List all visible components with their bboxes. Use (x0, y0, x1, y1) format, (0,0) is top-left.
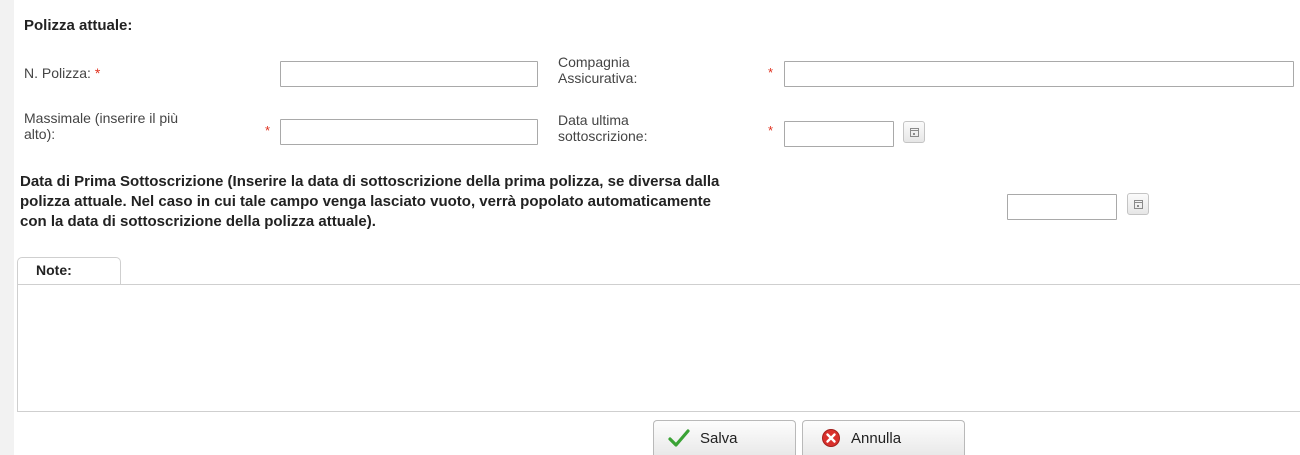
data-prima-label-line2: polizza attuale. Nel caso in cui tale ca… (20, 193, 712, 210)
checkmark-icon (668, 429, 690, 447)
cancel-button[interactable]: Annulla (802, 420, 965, 455)
massimale-label-line1: Massimale (inserire il più (24, 110, 179, 126)
save-button-label: Salva (700, 429, 738, 447)
calendar-icon (1133, 199, 1143, 209)
required-marker: * (94, 65, 101, 81)
required-marker: * (768, 123, 774, 138)
calendar-icon (909, 127, 919, 137)
data-ultima-calendar-button[interactable] (903, 121, 925, 143)
compagnia-label: Compagnia Assicurativa: (558, 54, 637, 86)
compagnia-label-line2: Assicurativa: (558, 70, 638, 86)
compagnia-input[interactable] (784, 61, 1294, 87)
required-marker: * (768, 65, 774, 80)
data-prima-calendar-button[interactable] (1127, 193, 1149, 215)
data-ultima-label-line2: sottoscrizione: (558, 128, 648, 144)
note-tab[interactable]: Note: (17, 257, 121, 284)
data-ultima-label: Data ultima sottoscrizione: (558, 112, 647, 144)
compagnia-label-line1: Compagnia (558, 54, 630, 70)
data-ultima-input[interactable] (784, 121, 894, 147)
data-prima-input[interactable] (1007, 194, 1117, 220)
data-prima-label-line3: con la data di sottoscrizione della poli… (20, 213, 376, 230)
data-ultima-label-line1: Data ultima (558, 112, 629, 128)
n-polizza-label-text: N. Polizza: (24, 65, 91, 81)
n-polizza-input[interactable] (280, 61, 538, 87)
required-marker: * (265, 123, 271, 138)
data-prima-label-line1: Data di Prima Sottoscrizione (Inserire l… (20, 173, 720, 190)
massimale-label-line2: alto): (24, 126, 56, 142)
note-textarea[interactable] (17, 284, 1300, 412)
data-prima-label: Data di Prima Sottoscrizione (Inserire l… (20, 172, 980, 232)
save-button[interactable]: Salva (653, 420, 796, 455)
massimale-label: Massimale (inserire il più alto): (24, 110, 178, 142)
cancel-button-label: Annulla (851, 429, 902, 447)
cancel-icon (822, 429, 840, 447)
section-title: Polizza attuale: (24, 17, 133, 34)
massimale-input[interactable] (280, 119, 538, 145)
n-polizza-label: N. Polizza: * (24, 65, 100, 81)
